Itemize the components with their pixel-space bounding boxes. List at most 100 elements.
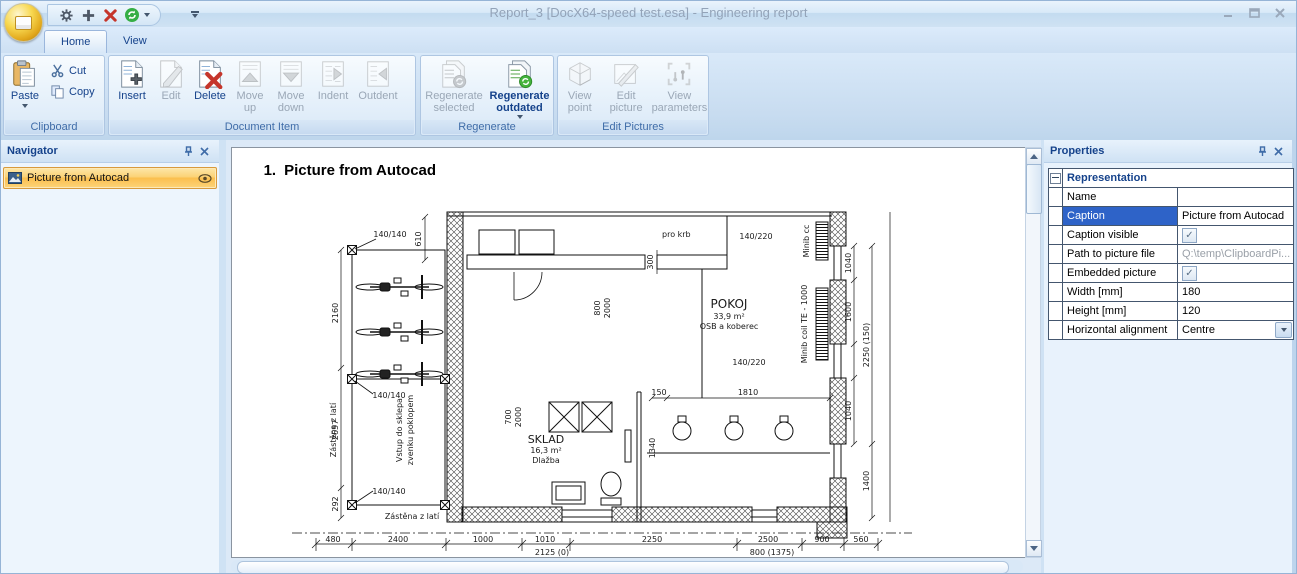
dim: 900	[814, 535, 829, 544]
tab-view[interactable]: View	[107, 30, 163, 53]
check-icon: ✓	[1185, 268, 1193, 279]
dim: 800 (1375)	[749, 548, 793, 557]
minimize-button[interactable]	[1218, 5, 1238, 21]
vertical-scroll-thumb[interactable]	[1026, 164, 1042, 214]
view-point-button: View point	[558, 56, 601, 121]
scroll-up-button[interactable]	[1026, 148, 1042, 165]
close-button[interactable]	[1270, 5, 1290, 21]
close-panel-icon[interactable]	[197, 143, 213, 159]
outdent-icon	[363, 59, 393, 89]
document-page[interactable]: 1.Picture from Autocad	[231, 147, 1026, 558]
tab-home[interactable]: Home	[44, 30, 107, 54]
properties-header: Properties	[1044, 140, 1292, 163]
view-parameters-icon	[664, 59, 694, 89]
room-pokoj-area: 33,9 m²	[713, 312, 744, 321]
move-down-icon	[276, 59, 306, 89]
pin-icon[interactable]	[1254, 143, 1270, 159]
group-regenerate: Regenerate selected Regenerate outdated …	[420, 55, 554, 136]
property-row-height[interactable]: Height [mm] 120	[1049, 302, 1293, 321]
properties-panel: Properties Representation Name Caption	[1044, 140, 1296, 574]
navigator-title: Navigator	[7, 145, 58, 157]
label-post3: 140/140	[372, 487, 405, 496]
move-up-icon	[235, 59, 265, 89]
group-label-regenerate: Regenerate	[422, 120, 552, 134]
title-bar: Report_3 [DocX64-speed test.esa] - Engin…	[1, 1, 1296, 28]
label-vstup-2: zvenku poklopem	[406, 395, 415, 466]
move-down-button: Move down	[270, 56, 312, 121]
navigator-body: Picture from Autocad	[1, 163, 219, 574]
label-door-top: 140/220	[739, 232, 772, 241]
property-row-embedded[interactable]: Embedded picture ✓	[1049, 264, 1293, 283]
property-row-path[interactable]: Path to picture file Q:\temp\ClipboardPi…	[1049, 245, 1293, 264]
dim: 1040	[844, 253, 853, 273]
cut-button[interactable]: Cut	[46, 60, 99, 81]
scroll-down-button[interactable]	[1026, 540, 1042, 557]
navigator-panel: Navigator Picture from Autocad	[1, 140, 219, 574]
label-minib-cc: Minib cc	[802, 225, 811, 258]
property-row-caption[interactable]: Caption Picture from Autocad	[1049, 207, 1293, 226]
regenerate-dropdown-caret-icon	[517, 115, 523, 119]
insert-icon	[117, 59, 147, 89]
document-area: 1.Picture from Autocad	[226, 140, 1041, 574]
delete-button[interactable]: Delete	[190, 56, 230, 121]
dim: 2125 (0)	[534, 548, 568, 557]
paste-icon	[10, 59, 40, 89]
copy-button[interactable]: Copy	[46, 81, 99, 102]
dim: 1810	[737, 388, 757, 397]
view-point-icon	[565, 59, 595, 89]
horizontal-scrollbar[interactable]	[231, 560, 1023, 573]
paste-button[interactable]: Paste	[4, 56, 46, 121]
edit-button: Edit	[152, 56, 190, 121]
checkbox-checked[interactable]: ✓	[1182, 266, 1197, 281]
indent-icon	[318, 59, 348, 89]
navigator-item-picture-from-autocad[interactable]: Picture from Autocad	[3, 167, 217, 189]
edit-picture-icon	[611, 59, 641, 89]
dim: 2400	[387, 535, 407, 544]
property-group-representation[interactable]: Representation	[1049, 169, 1293, 188]
eye-icon[interactable]	[198, 174, 212, 183]
property-row-caption-visible[interactable]: Caption visible ✓	[1049, 226, 1293, 245]
ribbon: Paste Cut Copy Clipboard	[1, 53, 1296, 141]
property-row-horizontal-alignment[interactable]: Horizontal alignment Centre	[1049, 321, 1293, 339]
maximize-button[interactable]	[1244, 5, 1264, 21]
collapse-icon[interactable]	[1050, 173, 1061, 184]
vertical-scrollbar[interactable]	[1025, 147, 1041, 558]
paste-dropdown-caret-icon	[22, 104, 28, 108]
value-alignment: Centre	[1182, 324, 1215, 336]
regenerate-outdated-icon	[505, 59, 535, 89]
office-button[interactable]	[4, 3, 43, 42]
property-grid: Representation Name Caption Picture from…	[1048, 168, 1294, 340]
delete-icon	[195, 59, 225, 89]
dim: 2160	[331, 303, 340, 323]
bikes	[356, 275, 443, 386]
check-icon: ✓	[1185, 230, 1193, 241]
group-label-document-item: Document Item	[110, 120, 414, 134]
room-sklad-name: SKLAD	[527, 433, 564, 446]
value-caption: Picture from Autocad	[1182, 210, 1284, 222]
copy-icon	[50, 84, 65, 99]
value-path: Q:\temp\ClipboardPi...	[1182, 248, 1290, 260]
label-vstup-1: Vstup do sklepa	[395, 398, 404, 462]
dim: 2500	[757, 535, 777, 544]
property-row-width[interactable]: Width [mm] 180	[1049, 283, 1293, 302]
outdent-button: Outdent	[354, 56, 402, 121]
splitter-left[interactable]	[219, 140, 226, 574]
picture-icon	[8, 172, 22, 184]
alignment-dropdown-button[interactable]	[1275, 322, 1292, 338]
floor-plan-drawing: POKOJ 33,9 m² OSB a koberec SKLAD 16,3 m…	[232, 148, 1025, 557]
dim: 150	[651, 388, 666, 397]
regenerate-outdated-button[interactable]: Regenerate outdated	[488, 56, 552, 121]
move-up-button: Move up	[230, 56, 270, 121]
checkbox-checked[interactable]: ✓	[1182, 228, 1197, 243]
insert-button[interactable]: Insert	[112, 56, 152, 121]
property-row-name[interactable]: Name	[1049, 188, 1293, 207]
properties-title: Properties	[1050, 145, 1104, 157]
close-panel-icon[interactable]	[1270, 143, 1286, 159]
horizontal-scroll-thumb[interactable]	[237, 561, 1009, 574]
dim: 700	[504, 409, 513, 424]
pin-icon[interactable]	[181, 143, 197, 159]
room-pokoj-floor: OSB a koberec	[699, 322, 758, 331]
regenerate-selected-icon	[439, 59, 469, 89]
label-zastena-bottom: Zástěna z latí	[384, 512, 439, 521]
dim: 480	[325, 535, 340, 544]
